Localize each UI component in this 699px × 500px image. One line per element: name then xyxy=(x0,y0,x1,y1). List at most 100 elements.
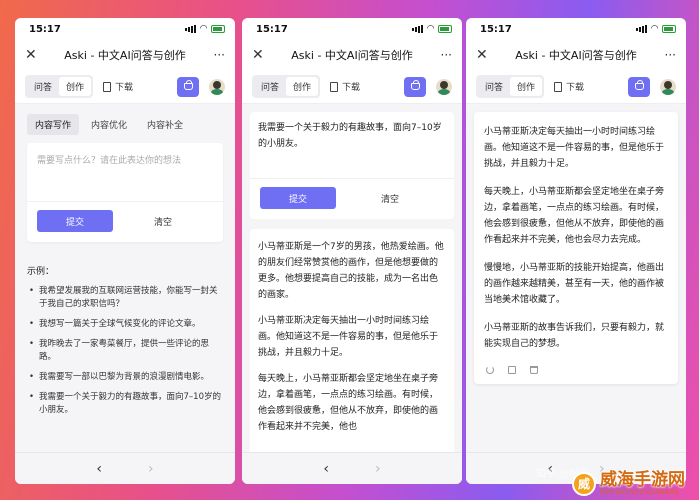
prompt-input[interactable]: 需要写点什么？请在此表达你的想法 xyxy=(27,143,223,201)
status-time: 15:17 xyxy=(29,23,61,35)
response-paragraph: 小马蒂亚斯的故事告诉我们，只要有毅力，就能实现自己的梦想。 xyxy=(484,323,665,349)
download-label: 下载 xyxy=(342,83,361,93)
response-paragraph: 小马蒂亚斯决定每天抽出一小时时间练习绘画。他知道这不是一件容易的事，但是他乐于挑… xyxy=(484,127,665,169)
back-icon[interactable]: ‹ xyxy=(323,461,329,477)
prompt-card: 我需要一个关于毅力的有趣故事，面向7–10岁的小朋友。 提交 清空 xyxy=(250,112,454,219)
wifi-icon: ◠ xyxy=(200,24,207,34)
title-bar: ✕ Aski - 中文AI问答与创作 ··· xyxy=(242,40,462,70)
bottom-nav: ‹ › xyxy=(15,452,235,484)
subtab-write[interactable]: 内容写作 xyxy=(27,114,80,135)
prompt-input[interactable]: 我需要一个关于毅力的有趣故事，面向7–10岁的小朋友。 xyxy=(250,112,454,178)
tab-create[interactable]: 创作 xyxy=(286,77,319,96)
signal-icon xyxy=(636,25,648,33)
bottom-nav: ‹ › xyxy=(242,452,462,484)
tab-create[interactable]: 创作 xyxy=(510,77,543,96)
example-item[interactable]: 我希望发展我的互联网运营技能，你能写一封关于我自己的求职信吗？ xyxy=(27,285,223,311)
toolbar: 问答 创作 下载 xyxy=(15,70,235,104)
download-label: 下载 xyxy=(566,83,585,93)
forward-icon[interactable]: › xyxy=(148,461,154,477)
response-card: 小马蒂亚斯决定每天抽出一小时时间练习绘画。他知道这不是一件容易的事，但是他乐于挑… xyxy=(474,112,678,384)
subtab-optimize[interactable]: 内容优化 xyxy=(83,114,135,135)
examples-title: 示例： xyxy=(27,267,55,277)
response-paragraph: 小马蒂亚斯决定每天抽出一小时时间练习绘画。他知道这不是一件容易的事，但是他乐于挑… xyxy=(258,316,439,358)
write-subtabs: 内容写作 内容优化 内容补全 xyxy=(15,104,235,143)
page-title: Aski - 中文AI问答与创作 xyxy=(515,49,637,62)
examples-list: 我希望发展我的互联网运营技能，你能写一封关于我自己的求职信吗？ 我想写一篇关于全… xyxy=(27,285,223,417)
submit-button[interactable]: 提交 xyxy=(260,187,336,209)
example-item[interactable]: 我昨晚去了一家粤菜餐厅，提供一些评论的思路。 xyxy=(27,338,223,364)
download-label: 下载 xyxy=(115,83,134,93)
clear-button[interactable]: 清空 xyxy=(113,215,213,228)
document-icon xyxy=(554,81,563,92)
signal-icon xyxy=(412,25,424,33)
tab-qa[interactable]: 问答 xyxy=(478,77,510,96)
input-actions: 提交 清空 xyxy=(250,178,454,219)
phone-screen-3: 15:17 ◠ ✕ Aski - 中文AI问答与创作 ··· 问答 创作 下载 … xyxy=(466,18,686,484)
mode-switch: 问答 创作 xyxy=(252,75,321,98)
copy-icon[interactable] xyxy=(508,366,516,374)
example-item[interactable]: 我想写一篇关于全球气候变化的评论文章。 xyxy=(27,318,223,331)
watermark-en: WEIHAISHOUYOUWANG xyxy=(600,489,680,496)
more-icon[interactable]: ··· xyxy=(209,48,225,62)
close-icon[interactable]: ✕ xyxy=(25,47,41,63)
example-item[interactable]: 我需要一个关于毅力的有趣故事，面向7–10岁的小朋友。 xyxy=(27,391,223,417)
page-title: Aski - 中文AI问答与创作 xyxy=(64,49,186,62)
response-paragraph: 慢慢地，小马蒂亚斯的技能开始提高，他画出的画作越来越精美，甚至有一天，他的画作被… xyxy=(484,263,665,305)
status-time: 15:17 xyxy=(256,23,288,35)
document-icon xyxy=(103,81,112,92)
response-paragraph: 每天晚上，小马蒂亚斯都会坚定地坐在桌子旁边，拿着画笔，一点点的练习绘画。有时候，… xyxy=(484,187,665,245)
close-icon[interactable]: ✕ xyxy=(476,47,492,63)
tab-qa[interactable]: 问答 xyxy=(27,77,59,96)
input-actions: 提交 清空 xyxy=(27,201,223,242)
response-actions xyxy=(484,364,668,378)
watermark-cn: 威海手游网 xyxy=(600,470,685,490)
title-bar: ✕ Aski - 中文AI问答与创作 ··· xyxy=(15,40,235,70)
subtab-complete[interactable]: 内容补全 xyxy=(139,114,191,135)
signal-icon xyxy=(185,25,197,33)
more-icon[interactable]: ··· xyxy=(436,48,452,62)
shop-button[interactable] xyxy=(177,76,199,97)
regenerate-icon[interactable] xyxy=(486,366,494,374)
battery-icon xyxy=(438,25,452,33)
avatar[interactable] xyxy=(660,78,676,95)
download-button[interactable]: 下载 xyxy=(554,80,622,93)
response-paragraph: 每天晚上，小马蒂亚斯都会坚定地坐在桌子旁边，拿着画笔，一点点的练习绘画。有时候，… xyxy=(258,374,439,432)
status-bar: 15:17 ◠ xyxy=(242,18,462,40)
mode-switch: 问答 创作 xyxy=(25,75,94,98)
more-icon[interactable]: ··· xyxy=(660,48,676,62)
battery-icon xyxy=(211,25,225,33)
document-icon xyxy=(330,81,339,92)
input-card: 需要写点什么？请在此表达你的想法 提交 清空 xyxy=(27,143,223,242)
shopping-bag-icon xyxy=(634,80,644,90)
forward-icon[interactable]: › xyxy=(375,461,381,477)
submit-button[interactable]: 提交 xyxy=(37,210,113,232)
response-paragraph: 小马蒂亚斯是一个7岁的男孩，他热爱绘画。他的朋友们经常赞赏他的画作，但是他想要做… xyxy=(258,242,444,300)
shop-button[interactable] xyxy=(628,76,650,97)
download-button[interactable]: 下载 xyxy=(330,80,398,93)
delete-icon[interactable] xyxy=(530,366,538,374)
close-icon[interactable]: ✕ xyxy=(252,47,268,63)
avatar[interactable] xyxy=(436,78,452,95)
wifi-icon: ◠ xyxy=(651,24,658,34)
watermark-text: 威海手游网 WEIHAISHOUYOUWANG xyxy=(600,471,685,496)
status-time: 15:17 xyxy=(480,23,512,35)
back-icon[interactable]: ‹ xyxy=(96,461,102,477)
status-bar: 15:17 ◠ xyxy=(15,18,235,40)
response-card: 小马蒂亚斯是一个7岁的男孩，他热爱绘画。他的朋友们经常赞赏他的画作，但是他想要做… xyxy=(250,229,454,455)
toolbar: 问答 创作 下载 xyxy=(466,70,686,104)
phone-screen-1: 15:17 ◠ ✕ Aski - 中文AI问答与创作 ··· 问答 创作 下载 … xyxy=(15,18,235,484)
tab-qa[interactable]: 问答 xyxy=(254,77,286,96)
tab-create[interactable]: 创作 xyxy=(59,77,92,96)
example-item[interactable]: 我需要写一部以巴黎为背景的浪漫剧情电影。 xyxy=(27,371,223,384)
shop-button[interactable] xyxy=(404,76,426,97)
avatar[interactable] xyxy=(209,78,225,95)
download-button[interactable]: 下载 xyxy=(103,80,171,93)
phone-screen-2: 15:17 ◠ ✕ Aski - 中文AI问答与创作 ··· 问答 创作 下载 … xyxy=(242,18,462,484)
shopping-bag-icon xyxy=(410,80,420,90)
toolbar: 问答 创作 下载 xyxy=(242,70,462,104)
clear-button[interactable]: 清空 xyxy=(336,192,444,205)
shopping-bag-icon xyxy=(183,80,193,90)
site-watermark: 威 威海手游网 WEIHAISHOUYOUWANG xyxy=(572,471,685,496)
status-bar: 15:17 ◠ xyxy=(466,18,686,40)
title-bar: ✕ Aski - 中文AI问答与创作 ··· xyxy=(466,40,686,70)
